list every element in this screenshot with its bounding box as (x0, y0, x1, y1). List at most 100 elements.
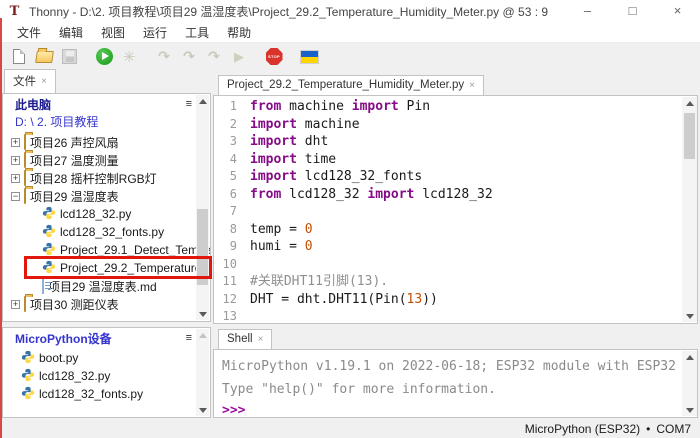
tree-item[interactable]: +项目27 温度测量 (3, 151, 210, 169)
scroll-down-icon[interactable] (682, 310, 697, 322)
tree-item[interactable]: +项目28 摇杆控制RGB灯 (3, 169, 210, 187)
code-line[interactable]: 10 (214, 256, 681, 274)
code-line[interactable]: 4import time (214, 151, 681, 169)
code-area[interactable]: 1from machine import Pin2import machine3… (214, 98, 681, 323)
menu-item-help[interactable]: 帮助 (218, 22, 260, 43)
line-number: 3 (214, 133, 250, 151)
code-line[interactable]: 1from machine import Pin (214, 98, 681, 116)
stop-restart-icon[interactable]: STOP (262, 45, 286, 69)
expander-icon[interactable]: + (11, 300, 20, 309)
tree-item[interactable]: + 项目26 声控风扇 (3, 133, 210, 151)
device-file-item[interactable]: lcd128_32_fonts.py (3, 385, 210, 403)
code-line[interactable]: 12DHT = dht.DHT11(Pin(13)) (214, 291, 681, 309)
code-line[interactable]: 6from lcd128_32 import lcd128_32 (214, 186, 681, 204)
menu-item-file[interactable]: 文件 (8, 22, 50, 43)
python-file-icon (21, 386, 35, 403)
tree-item-label: 项目29 温湿度表 (30, 188, 119, 205)
folder-file-icon (24, 135, 26, 149)
device-menu-icon[interactable]: ≡ (186, 333, 192, 343)
folder-file-icon (24, 171, 26, 185)
this-computer-panel: 此电脑 ≡ D: \ 2. 项目教程 +项目26 声控风扇+项目27 温度测量+… (2, 93, 211, 322)
tab-shell[interactable]: Shell × (218, 329, 272, 349)
this-computer-label[interactable]: 此电脑 (15, 96, 51, 113)
scroll-down-icon[interactable] (196, 404, 209, 416)
device-file-item[interactable]: lcd128_32.py (3, 367, 210, 385)
menu-item-edit[interactable]: 编辑 (50, 22, 92, 43)
toolbar: ✳↷↷↷▶STOP (0, 43, 700, 70)
scroll-up-icon[interactable] (196, 329, 209, 341)
line-number: 7 (214, 203, 250, 221)
editor-tab-label: Project_29.2_Temperature_Humidity_Meter.… (227, 79, 464, 91)
new-file-icon[interactable] (7, 45, 31, 69)
scrollbar-thumb[interactable] (684, 113, 695, 159)
code-editor[interactable]: 1from machine import Pin2import machine3… (213, 95, 698, 324)
scroll-down-icon[interactable] (682, 404, 697, 416)
scroll-down-icon[interactable] (196, 308, 209, 320)
backend-label[interactable]: MicroPython (ESP32) (525, 422, 640, 436)
com-port-label[interactable]: COM7 (656, 422, 691, 436)
menu-item-tools[interactable]: 工具 (176, 22, 218, 43)
close-button[interactable]: × (655, 0, 700, 22)
tab-files-label: 文件 (13, 73, 36, 89)
markdown-file-icon (42, 279, 44, 293)
scroll-up-icon[interactable] (682, 97, 697, 109)
tree-item[interactable]: lcd128_32.py (3, 205, 210, 223)
editor-column: Project_29.2_Temperature_Humidity_Meter.… (213, 70, 698, 419)
shell-panel[interactable]: MicroPython v1.19.1 on 2022-06-18; ESP32… (213, 349, 698, 418)
files-scrollbar[interactable] (196, 95, 209, 320)
open-file-icon[interactable] (32, 45, 56, 69)
expander-icon[interactable]: − (11, 192, 20, 201)
editor-tab-close-icon[interactable]: × (469, 80, 475, 91)
tab-files[interactable]: 文件 × (4, 69, 56, 93)
line-number: 9 (214, 238, 250, 256)
line-number: 2 (214, 116, 250, 134)
scrollbar-thumb[interactable] (197, 209, 208, 285)
scroll-up-icon[interactable] (196, 95, 209, 107)
line-number: 8 (214, 221, 250, 239)
tree-item[interactable]: lcd128_32_fonts.py (3, 223, 210, 241)
device-file-item[interactable]: boot.py (3, 349, 210, 367)
folder-file-icon (24, 189, 26, 203)
code-line[interactable]: 9humi = 0 (214, 238, 681, 256)
expander-icon[interactable]: + (11, 138, 20, 147)
tree-item-selected[interactable]: Project_29.2_Temperature_H (3, 259, 210, 277)
expander-icon[interactable]: + (11, 156, 20, 165)
shell-tab-close-icon[interactable]: × (258, 334, 264, 345)
line-number: 12 (214, 291, 250, 309)
thonny-logo-icon: T (7, 4, 22, 19)
tab-editor-file[interactable]: Project_29.2_Temperature_Humidity_Meter.… (218, 75, 484, 95)
menu-item-run[interactable]: 运行 (134, 22, 176, 43)
shell-output-line: Type "help()" for more information. (222, 378, 689, 401)
code-line[interactable]: 3import dht (214, 133, 681, 151)
code-line[interactable]: 13 (214, 308, 681, 323)
code-line[interactable]: 5import lcd128_32_fonts (214, 168, 681, 186)
files-menu-icon[interactable]: ≡ (186, 99, 192, 109)
editor-scrollbar[interactable] (682, 97, 697, 322)
tree-item[interactable]: 项目29 温湿度表.md (3, 277, 210, 295)
maximize-button[interactable]: □ (610, 0, 655, 22)
line-number: 11 (214, 273, 250, 291)
device-header-label[interactable]: MicroPython设备 (15, 330, 112, 347)
expander-icon[interactable]: + (11, 174, 20, 183)
language-flag-icon[interactable] (297, 45, 321, 69)
files-tabstrip: 文件 × (0, 70, 213, 93)
tab-files-close-icon[interactable]: × (41, 76, 47, 87)
current-path-link[interactable]: D: \ 2. 项目教程 (15, 113, 98, 130)
shell-scrollbar[interactable] (682, 351, 697, 416)
run-script-icon[interactable] (92, 45, 116, 69)
tree-item-label: 项目26 声控风扇 (30, 134, 119, 151)
code-line[interactable]: 2import machine (214, 116, 681, 134)
shell-prompt[interactable]: >>> (222, 401, 689, 418)
shell-tab-label: Shell (227, 333, 253, 345)
minimize-button[interactable]: – (565, 0, 610, 22)
code-line[interactable]: 11#关联DHT11引脚(13). (214, 273, 681, 291)
device-scrollbar[interactable] (196, 329, 209, 416)
code-line[interactable]: 7 (214, 203, 681, 221)
tree-item[interactable]: Project_29.1_Detect_Tempe (3, 241, 210, 259)
code-line[interactable]: 8temp = 0 (214, 221, 681, 239)
scroll-up-icon[interactable] (682, 351, 697, 363)
tree-item[interactable]: +项目30 测距仪表 (3, 295, 210, 313)
menu-item-view[interactable]: 视图 (92, 22, 134, 43)
tree-item[interactable]: − 项目29 温湿度表 (3, 187, 210, 205)
python-file-icon (42, 206, 56, 223)
